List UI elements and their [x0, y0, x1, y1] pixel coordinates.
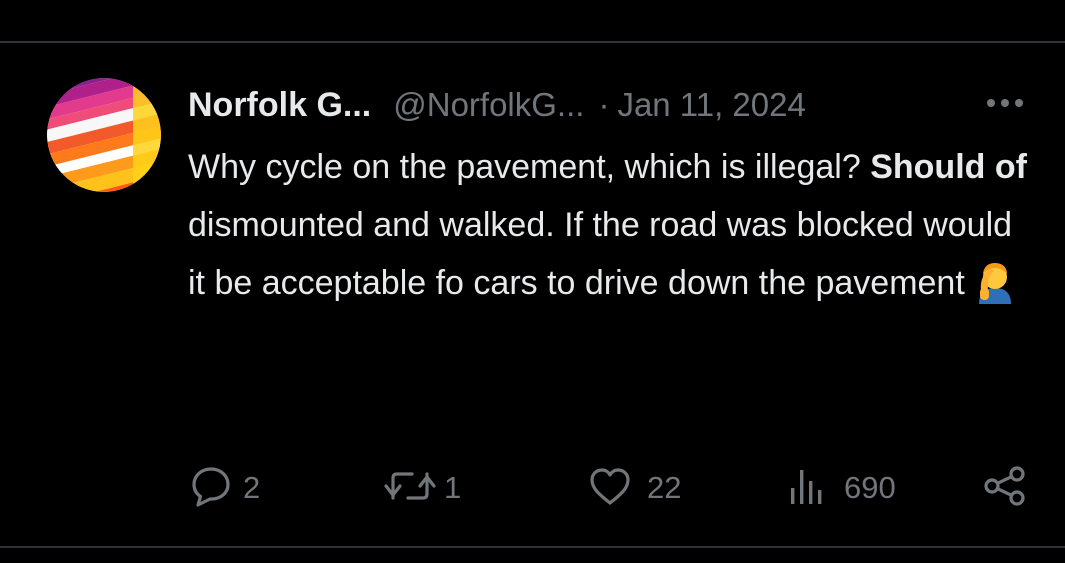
action-bar: 2 1 22 690: [0, 464, 1065, 513]
views-button[interactable]: 690: [786, 466, 896, 510]
like-count: 22: [647, 470, 682, 505]
tweet-header: Norfolk G... @NorfolkG... · Jan 11, 2024: [188, 82, 806, 128]
reply-button[interactable]: 2: [189, 466, 260, 510]
top-divider: [0, 41, 1065, 43]
repost-count: 1: [444, 470, 462, 505]
author-display-name[interactable]: Norfolk G...: [188, 86, 371, 125]
man-facepalming-emoji: [973, 260, 1017, 304]
tweet-date[interactable]: Jan 11, 2024: [617, 86, 805, 124]
author-handle[interactable]: @NorfolkG...: [393, 86, 584, 124]
repost-arrows-icon: [382, 464, 438, 513]
views-count: 690: [844, 470, 896, 505]
share-button[interactable]: [982, 464, 1028, 513]
views-bar-chart-icon: [786, 464, 830, 513]
reply-bubble-icon: [189, 464, 233, 513]
share-nodes-icon: [982, 464, 1028, 513]
more-options-button[interactable]: [982, 91, 1028, 119]
like-button[interactable]: 22: [587, 466, 681, 510]
heart-icon: [587, 464, 633, 513]
header-separator: ·: [598, 86, 610, 123]
tweet-text-part-1: Why cycle on the pavement, which is ille…: [188, 148, 871, 186]
tweet-text-bold: Should of: [870, 148, 1027, 186]
reply-count: 2: [243, 470, 261, 505]
more-horizontal-icon: [985, 96, 1025, 114]
bottom-divider: [0, 546, 1065, 548]
tweet-text-part-2: dismounted and walked. If the road was b…: [188, 206, 1013, 302]
avatar[interactable]: [47, 78, 161, 192]
repost-button[interactable]: 1: [382, 466, 461, 510]
tweet-text: Why cycle on the pavement, which is ille…: [188, 138, 1028, 312]
